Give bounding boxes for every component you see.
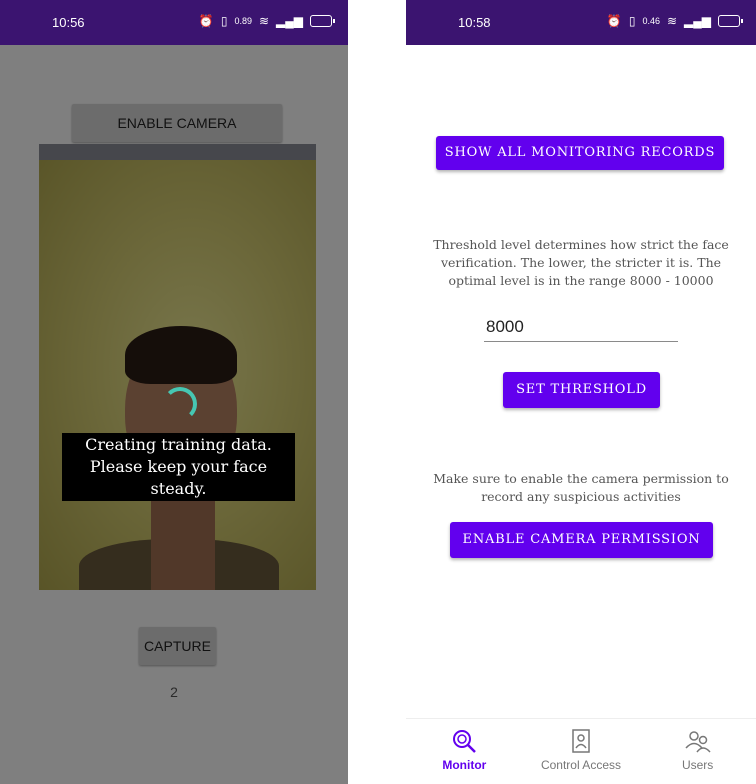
bottom-navigation: Monitor Control Access Users (406, 718, 756, 784)
wifi-icon: ≋ (666, 14, 678, 28)
set-threshold-button[interactable]: SET THRESHOLD (503, 372, 660, 408)
control-access-icon (572, 729, 590, 753)
loading-spinner-icon (163, 387, 197, 421)
alarm-icon: ⏰ (198, 14, 214, 28)
show-all-records-button[interactable]: SHOW ALL MONITORING RECORDS (436, 136, 724, 170)
speed-readout: 0.46 (642, 16, 660, 26)
status-bar: 10:56 ⏰ ▯ 0.89 ≋ ▂▄▆ (0, 0, 348, 45)
nav-monitor[interactable]: Monitor (409, 719, 519, 784)
wifi-icon: ≋ (258, 14, 270, 28)
status-time: 10:58 (458, 15, 491, 30)
nav-control-access[interactable]: Control Access (526, 719, 636, 784)
nav-monitor-label: Monitor (442, 758, 487, 772)
nav-users-label: Users (681, 758, 714, 772)
nav-control-access-label: Control Access (540, 758, 621, 772)
monitor-icon (453, 730, 477, 753)
status-icons: ⏰ ▯ 0.46 ≋ ▂▄▆ (606, 14, 743, 28)
right-phone-screen: 10:58 ⏰ ▯ 0.46 ≋ ▂▄▆ SHOW ALL MONITORING… (406, 0, 756, 784)
battery-icon (718, 15, 743, 27)
nav-users[interactable]: Users (643, 719, 753, 784)
users-icon (685, 731, 711, 753)
threshold-input[interactable] (484, 315, 680, 339)
vibrate-icon: ▯ (628, 14, 636, 28)
vibrate-icon: ▯ (220, 14, 228, 28)
speed-readout: 0.89 (234, 16, 252, 26)
threshold-field[interactable] (484, 315, 680, 342)
training-toast: Creating training data. Please keep your… (62, 433, 295, 501)
threshold-description: Threshold level determines how strict th… (433, 237, 729, 288)
alarm-icon: ⏰ (606, 14, 622, 28)
battery-icon (310, 15, 335, 27)
left-phone-screen: 10:56 ⏰ ▯ 0.89 ≋ ▂▄▆ ENABLE CAMERA PERMI… (0, 0, 348, 784)
enable-camera-permission-button[interactable]: ENABLE CAMERA PERMISSION (450, 522, 713, 558)
signal-icon: ▂▄▆ (276, 14, 303, 28)
signal-icon: ▂▄▆ (684, 14, 711, 28)
camera-permission-description: Make sure to enable the camera permissio… (433, 471, 729, 504)
status-time: 10:56 (52, 15, 85, 30)
status-icons: ⏰ ▯ 0.89 ≋ ▂▄▆ (198, 14, 335, 28)
status-bar: 10:58 ⏰ ▯ 0.46 ≋ ▂▄▆ (406, 0, 756, 45)
